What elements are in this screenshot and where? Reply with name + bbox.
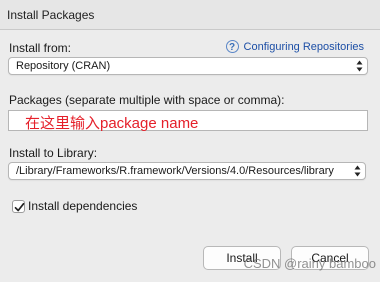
packages-label: Packages (separate multiple with space o… bbox=[9, 93, 285, 107]
packages-input-value: 在这里输入package name bbox=[25, 115, 199, 132]
checkmark-icon bbox=[14, 202, 25, 212]
packages-input[interactable]: 在这里输入package name bbox=[8, 110, 368, 132]
configuring-repositories-link[interactable]: Configuring Repositories bbox=[244, 41, 364, 53]
select-arrows-icon bbox=[354, 165, 361, 177]
install-from-label: Install from: bbox=[9, 41, 72, 55]
select-arrows-icon bbox=[356, 60, 363, 72]
library-select[interactable]: /Library/Frameworks/R.framework/Versions… bbox=[8, 162, 366, 180]
install-dependencies-checkbox[interactable] bbox=[12, 200, 25, 213]
library-value: /Library/Frameworks/R.framework/Versions… bbox=[16, 165, 334, 177]
install-from-select[interactable]: Repository (CRAN) bbox=[8, 57, 368, 75]
question-circle-icon[interactable]: ? bbox=[225, 40, 239, 53]
watermark: CSDN @rainy bamboo bbox=[243, 256, 376, 271]
window-title: Install Packages bbox=[7, 8, 95, 22]
install-dependencies-label[interactable]: Install dependencies bbox=[28, 199, 137, 213]
configuring-repositories-help[interactable]: ? Configuring Repositories bbox=[225, 40, 364, 53]
install-to-library-label: Install to Library: bbox=[9, 146, 98, 160]
title-bar: Install Packages bbox=[0, 0, 380, 30]
install-from-value: Repository (CRAN) bbox=[16, 60, 111, 72]
